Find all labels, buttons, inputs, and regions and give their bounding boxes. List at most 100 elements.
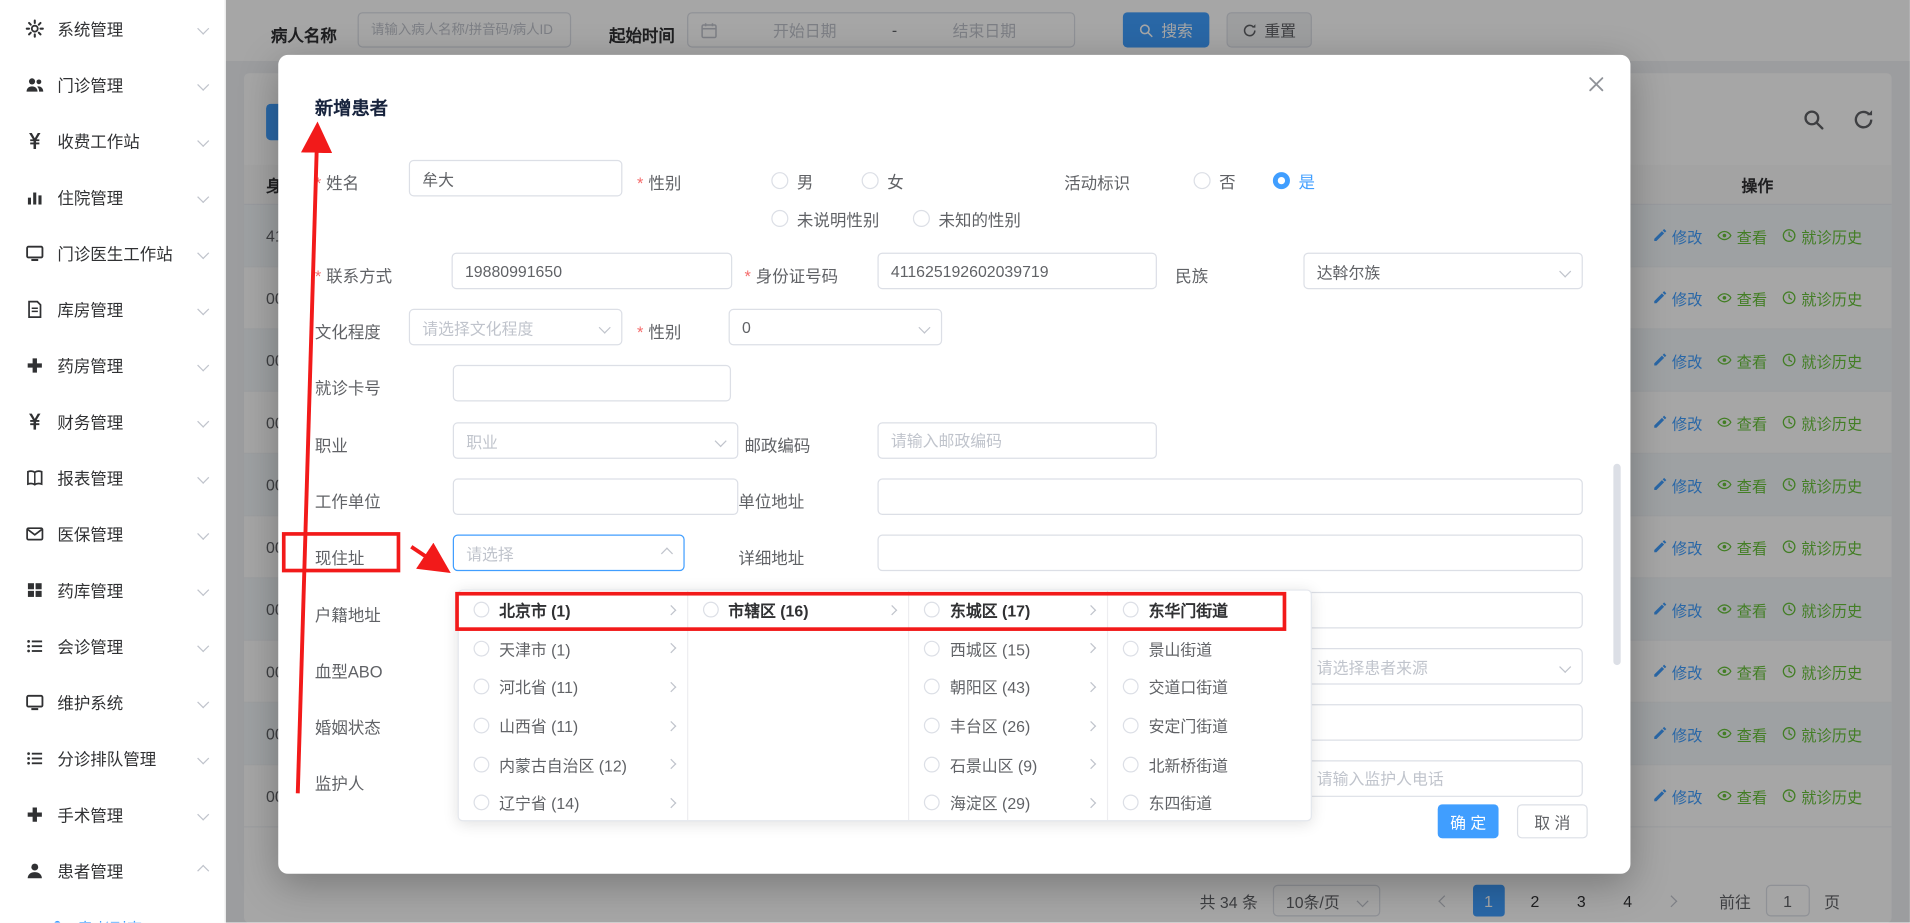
chevron-down-icon xyxy=(197,303,209,315)
sidebar-item-report[interactable]: 报表管理 xyxy=(0,449,225,505)
current-address-select[interactable]: 请选择 xyxy=(453,535,685,572)
gender-label: 性别 xyxy=(637,170,681,194)
medical-cross-icon xyxy=(26,805,44,823)
cascader-option-province[interactable]: 辽宁省 (14) xyxy=(459,783,687,820)
user-icon xyxy=(26,861,44,879)
postal-code-input[interactable] xyxy=(877,422,1156,459)
unit-address-input[interactable] xyxy=(877,478,1582,515)
name-label: 姓名 xyxy=(315,170,359,194)
monitor-icon xyxy=(26,243,44,261)
cascader-column-province: 北京市 (1) 天津市 (1) 河北省 (11) xyxy=(459,591,688,820)
radio-icon xyxy=(1194,172,1211,189)
cascader-option-street[interactable]: 交道口街道 xyxy=(1108,668,1310,707)
radio-icon xyxy=(913,210,930,227)
cascader-option-district[interactable]: 朝阳区 (43) xyxy=(910,668,1107,707)
cascader-option-province[interactable]: 河北省 (11) xyxy=(459,668,687,707)
cascader-option-province[interactable]: 北京市 (1) xyxy=(459,591,687,630)
close-icon[interactable] xyxy=(1587,74,1607,94)
sidebar-item-outpatient[interactable]: 门诊管理 xyxy=(0,56,225,112)
education-select[interactable]: 请选择文化程度 xyxy=(409,309,623,346)
active-no-radio[interactable]: 否 xyxy=(1194,168,1236,192)
sidebar-item-patient[interactable]: 患者管理 xyxy=(0,842,225,898)
gender-unspecified-radio[interactable]: 未说明性别 xyxy=(771,206,879,230)
cascader-option-city[interactable]: 市辖区 (16) xyxy=(688,591,909,630)
cascader-option-district[interactable]: 丰台区 (26) xyxy=(910,706,1107,745)
sidebar-item-warehouse[interactable]: 库房管理 xyxy=(0,281,225,337)
cascader-option-district[interactable]: 石景山区 (9) xyxy=(910,745,1107,784)
radio-icon xyxy=(474,795,490,811)
chevron-right-icon xyxy=(666,643,676,653)
radio-icon xyxy=(924,795,940,811)
chevron-down-icon xyxy=(197,190,209,202)
sidebar-item-system[interactable]: 系统管理 xyxy=(0,0,225,56)
cascader-option-province[interactable]: 山西省 (11) xyxy=(459,706,687,745)
id-number-input[interactable] xyxy=(877,253,1156,290)
chevron-right-icon xyxy=(1086,643,1096,653)
radio-icon xyxy=(474,718,490,734)
name-input[interactable] xyxy=(409,160,623,197)
patient-source-select[interactable]: 请选择患者来源 xyxy=(1303,648,1582,685)
cascader-option-district[interactable]: 西城区 (15) xyxy=(910,629,1107,668)
sidebar-item-charge-station[interactable]: 收费工作站 xyxy=(0,112,225,168)
chevron-down-icon xyxy=(599,321,611,333)
card-no-input[interactable] xyxy=(453,365,731,402)
occupation-select[interactable]: 职业 xyxy=(453,422,739,459)
contact-label: 联系方式 xyxy=(315,262,392,286)
cascader-option-street[interactable]: 北新桥街道 xyxy=(1108,745,1310,784)
chevron-right-icon xyxy=(888,605,898,615)
cascader-option-street[interactable]: 安定门街道 xyxy=(1108,706,1310,745)
marital-status-label: 婚姻状态 xyxy=(315,714,381,738)
sidebar-item-surgery[interactable]: 手术管理 xyxy=(0,786,225,842)
sidebar-item-consultation[interactable]: 会诊管理 xyxy=(0,618,225,674)
gender-code-label: 性别 xyxy=(637,319,681,343)
gender-male-radio[interactable]: 男 xyxy=(771,168,813,192)
detail-address-label: 详细地址 xyxy=(738,544,804,568)
modal-title: 新增患者 xyxy=(315,95,388,121)
sidebar-item-finance[interactable]: 财务管理 xyxy=(0,393,225,449)
modal-scrollbar[interactable] xyxy=(1613,464,1620,665)
cascader-option-district[interactable]: 东城区 (17) xyxy=(910,591,1107,630)
sidebar-item-drugstore[interactable]: 药库管理 xyxy=(0,561,225,617)
sidebar-item-triage-queue[interactable]: 分诊排队管理 xyxy=(0,730,225,786)
cascader-option-street[interactable]: 景山街道 xyxy=(1108,629,1310,668)
blood-type-label: 血型ABO xyxy=(315,658,383,682)
sidebar-item-insurance[interactable]: 医保管理 xyxy=(0,505,225,561)
detail-address-input[interactable] xyxy=(877,535,1582,572)
sidebar-item-inpatient[interactable]: 住院管理 xyxy=(0,168,225,224)
radio-icon xyxy=(862,172,879,189)
guardian-phone-input[interactable] xyxy=(1303,760,1582,797)
gender-female-radio[interactable]: 女 xyxy=(862,168,904,192)
confirm-button[interactable]: 确 定 xyxy=(1438,804,1499,838)
ethnicity-select[interactable]: 达斡尔族 xyxy=(1303,253,1582,290)
card-no-label: 就诊卡号 xyxy=(315,375,381,399)
cancel-button[interactable]: 取 消 xyxy=(1517,804,1588,838)
cascader-option-province[interactable]: 天津市 (1) xyxy=(459,629,687,668)
active-yes-radio[interactable]: 是 xyxy=(1273,168,1315,192)
contact-input[interactable] xyxy=(452,253,733,290)
medical-cross-icon xyxy=(26,356,44,374)
sidebar-item-pharmacy[interactable]: 药房管理 xyxy=(0,337,225,393)
chevron-down-icon xyxy=(197,471,209,483)
radio-icon xyxy=(474,602,490,618)
chevron-right-icon xyxy=(666,759,676,769)
cascader-option-province[interactable]: 内蒙古自治区 (12) xyxy=(459,745,687,784)
monitor-icon xyxy=(26,693,44,711)
chevron-down-icon xyxy=(1559,265,1571,277)
grid-icon xyxy=(26,580,44,598)
radio-icon xyxy=(474,756,490,772)
radio-icon xyxy=(924,718,940,734)
cascader-option-street[interactable]: 东四街道 xyxy=(1108,783,1310,820)
gender-unknown-radio[interactable]: 未知的性别 xyxy=(913,206,1021,230)
registered-address-label: 户籍地址 xyxy=(315,602,381,626)
cascader-option-district[interactable]: 海淀区 (29) xyxy=(910,783,1107,820)
yen-icon xyxy=(26,131,44,149)
sidebar-item-patient-list[interactable]: 患者列表 xyxy=(0,903,225,923)
cascader-option-street[interactable]: 东华门街道 xyxy=(1108,591,1310,630)
sidebar-item-outpatient-doctor[interactable]: 门诊医生工作站 xyxy=(0,225,225,281)
work-unit-input[interactable] xyxy=(453,478,739,515)
users-icon xyxy=(26,75,44,93)
gender-code-select[interactable]: 0 xyxy=(729,309,943,346)
cascader-column-city: 市辖区 (16) xyxy=(688,591,910,820)
sidebar-item-maintenance[interactable]: 维护系统 xyxy=(0,674,225,730)
chevron-down-icon xyxy=(715,435,727,447)
